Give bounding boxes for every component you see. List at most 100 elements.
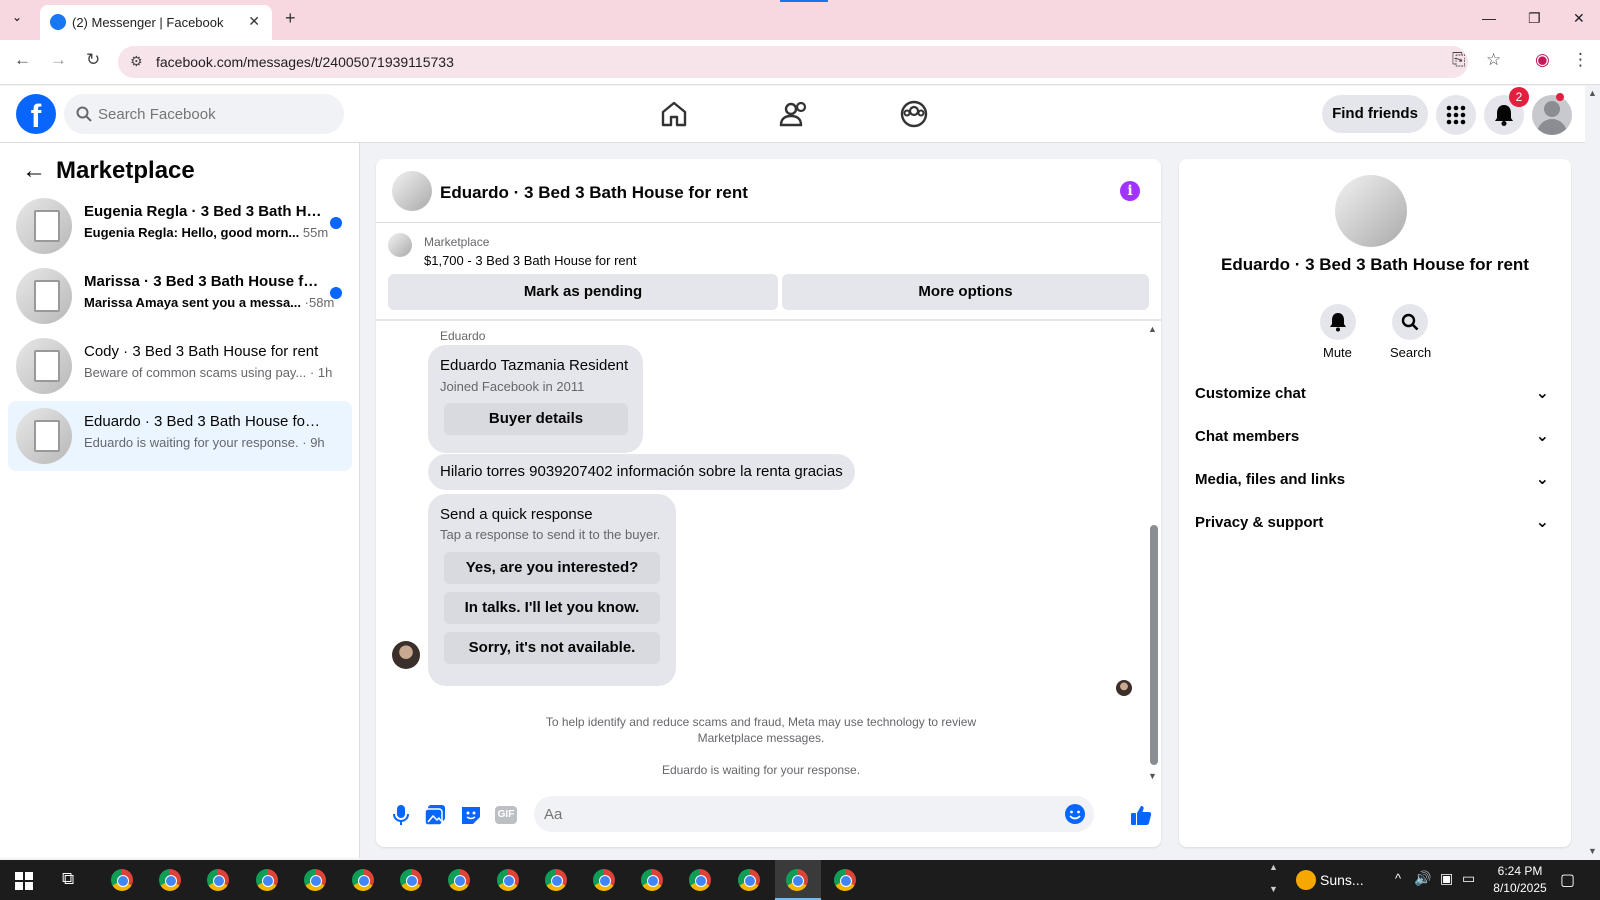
chrome-taskbar-icon[interactable]: [111, 869, 133, 891]
chrome-taskbar-icon[interactable]: [593, 869, 615, 891]
clock-time[interactable]: 6:24 PM: [1490, 864, 1550, 878]
mute-label: Mute: [1323, 345, 1352, 360]
chrome-taskbar-icon[interactable]: [689, 869, 712, 891]
chrome-taskbar-icon[interactable]: [785, 869, 808, 891]
conversation-thumbnail: [16, 338, 72, 394]
emoji-icon[interactable]: [1064, 803, 1086, 825]
quick-response-card: Send a quick response Tap a response to …: [428, 494, 676, 686]
chrome-taskbar-icon[interactable]: [544, 869, 567, 891]
microphone-icon[interactable]: [390, 804, 412, 826]
back-icon[interactable]: ←: [14, 50, 31, 70]
conversation-item[interactable]: Eugenia Regla · 3 Bed 3 Bath Ho... Eugeni…: [8, 191, 352, 261]
profile-icon[interactable]: ◉: [1535, 50, 1550, 70]
details-avatar[interactable]: [1335, 175, 1407, 247]
weather-sun-icon[interactable]: [1296, 870, 1316, 890]
browser-tab[interactable]: (2) Messenger | Facebook ✕: [40, 5, 272, 40]
tab-close-icon[interactable]: ✕: [248, 13, 260, 30]
media-files-links-row[interactable]: Media, files and links ⌄: [1195, 471, 1555, 495]
info-icon[interactable]: i: [1120, 181, 1140, 201]
taskbar-scroll-up-icon[interactable]: ▲: [1269, 862, 1278, 872]
chrome-taskbar-icon[interactable]: [737, 869, 760, 891]
chrome-taskbar-icon[interactable]: [303, 869, 326, 891]
volume-icon[interactable]: 🔊: [1414, 870, 1431, 887]
listing-price-title[interactable]: $1,700 - 3 Bed 3 Bath House for rent: [424, 253, 636, 268]
quick-response-unavailable-button[interactable]: Sorry, it's not available.: [444, 632, 660, 664]
scroll-up-icon[interactable]: ▲: [1148, 324, 1157, 334]
quick-response-talks-button[interactable]: In talks. I'll let you know.: [444, 592, 660, 624]
privacy-support-row[interactable]: Privacy & support ⌄: [1195, 514, 1555, 538]
sticker-icon[interactable]: [460, 804, 482, 826]
weather-text[interactable]: Suns...: [1320, 872, 1364, 888]
chrome-taskbar-icon[interactable]: [400, 869, 423, 891]
chat-members-row[interactable]: Chat members ⌄: [1195, 428, 1555, 452]
mute-button[interactable]: [1320, 304, 1356, 340]
chrome-taskbar-icon[interactable]: [207, 869, 230, 891]
waiting-notice: Eduardo is waiting for your response.: [661, 763, 861, 777]
camera-icon[interactable]: ▣: [1440, 870, 1453, 887]
browser-menu-icon[interactable]: ⋮: [1572, 50, 1589, 70]
tab-title: (2) Messenger | Facebook: [72, 15, 224, 30]
buyer-details-button[interactable]: Buyer details: [444, 403, 628, 435]
install-app-icon[interactable]: ⎘: [1452, 50, 1466, 70]
chrome-taskbar-icon[interactable]: [641, 869, 664, 891]
message-bubble[interactable]: Hilario torres 9039207402 información so…: [428, 454, 855, 490]
thumbs-up-icon[interactable]: [1130, 804, 1152, 826]
conversation-item[interactable]: Cody · 3 Bed 3 Bath House for rent Beware…: [8, 331, 352, 401]
facebook-logo-icon[interactable]: f: [16, 94, 56, 134]
minimize-icon[interactable]: —: [1482, 10, 1496, 26]
maximize-icon[interactable]: ❐: [1528, 10, 1541, 27]
notification-center-icon[interactable]: ▢: [1560, 870, 1575, 890]
reload-icon[interactable]: ↻: [86, 50, 100, 70]
tab-search-icon[interactable]: ⌄: [12, 10, 22, 24]
listing-thumbnail[interactable]: [388, 233, 412, 257]
window-close-icon[interactable]: ✕: [1573, 10, 1585, 27]
photo-icon[interactable]: [424, 804, 446, 826]
tray-chevron-icon[interactable]: ^: [1395, 871, 1401, 886]
chrome-taskbar-icon[interactable]: [448, 869, 471, 891]
chat-avatar[interactable]: [392, 171, 432, 211]
page-scroll-down-icon[interactable]: ▼: [1588, 846, 1597, 856]
taskbar-scroll-down-icon[interactable]: ▼: [1269, 884, 1278, 894]
menu-grid-button[interactable]: [1436, 95, 1476, 135]
chrome-taskbar-icon[interactable]: [255, 869, 278, 891]
chrome-taskbar-icon[interactable]: [834, 869, 856, 891]
chrome-taskbar-icon[interactable]: [352, 869, 374, 891]
find-friends-button[interactable]: Find friends: [1322, 95, 1428, 133]
facebook-search-input[interactable]: [98, 94, 333, 134]
message-input[interactable]: [544, 796, 1064, 832]
chat-scrollbar-thumb[interactable]: [1150, 525, 1158, 765]
clock-date[interactable]: 8/10/2025: [1486, 881, 1554, 895]
groups-icon[interactable]: [898, 98, 930, 130]
page-scroll-up-icon[interactable]: ▲: [1588, 88, 1597, 98]
chat-title[interactable]: Eduardo · 3 Bed 3 Bath House for rent: [440, 183, 748, 203]
bookmark-star-icon[interactable]: ☆: [1486, 50, 1501, 70]
conversation-item[interactable]: Eduardo · 3 Bed 3 Bath House for r... Edu…: [8, 401, 352, 471]
mark-as-pending-button[interactable]: Mark as pending: [388, 274, 778, 310]
site-info-icon[interactable]: ⚙: [130, 53, 143, 70]
home-icon[interactable]: [658, 98, 690, 130]
header-divider: [376, 319, 1161, 321]
facebook-search[interactable]: [64, 94, 344, 134]
customize-chat-row[interactable]: Customize chat ⌄: [1195, 385, 1555, 409]
forward-icon[interactable]: →: [50, 50, 67, 70]
conversation-time: · 9h: [302, 435, 325, 450]
chrome-taskbar-icon[interactable]: [159, 869, 182, 891]
gif-icon[interactable]: GIF: [495, 806, 517, 824]
back-arrow-icon[interactable]: ←: [22, 157, 46, 185]
account-avatar[interactable]: [1532, 95, 1572, 135]
network-icon[interactable]: ▭: [1462, 870, 1475, 887]
search-in-chat-button[interactable]: [1392, 304, 1428, 340]
chrome-taskbar-icon[interactable]: [496, 869, 519, 891]
listing-label: Marketplace: [424, 235, 490, 249]
task-view-icon[interactable]: ⧉: [62, 869, 74, 889]
sender-avatar[interactable]: [392, 641, 420, 669]
new-tab-icon[interactable]: +: [285, 8, 296, 29]
friends-icon[interactable]: [778, 98, 810, 130]
conversation-item[interactable]: Marissa · 3 Bed 3 Bath House for... Maris…: [8, 261, 352, 331]
more-options-button[interactable]: More options: [782, 274, 1149, 310]
scroll-down-icon[interactable]: ▼: [1148, 771, 1157, 781]
address-bar[interactable]: ⚙ facebook.com/messages/t/24005071939115…: [118, 46, 1468, 78]
message-composer[interactable]: [534, 796, 1094, 832]
quick-response-yes-button[interactable]: Yes, are you interested?: [444, 552, 660, 584]
windows-start-icon[interactable]: [15, 872, 33, 890]
